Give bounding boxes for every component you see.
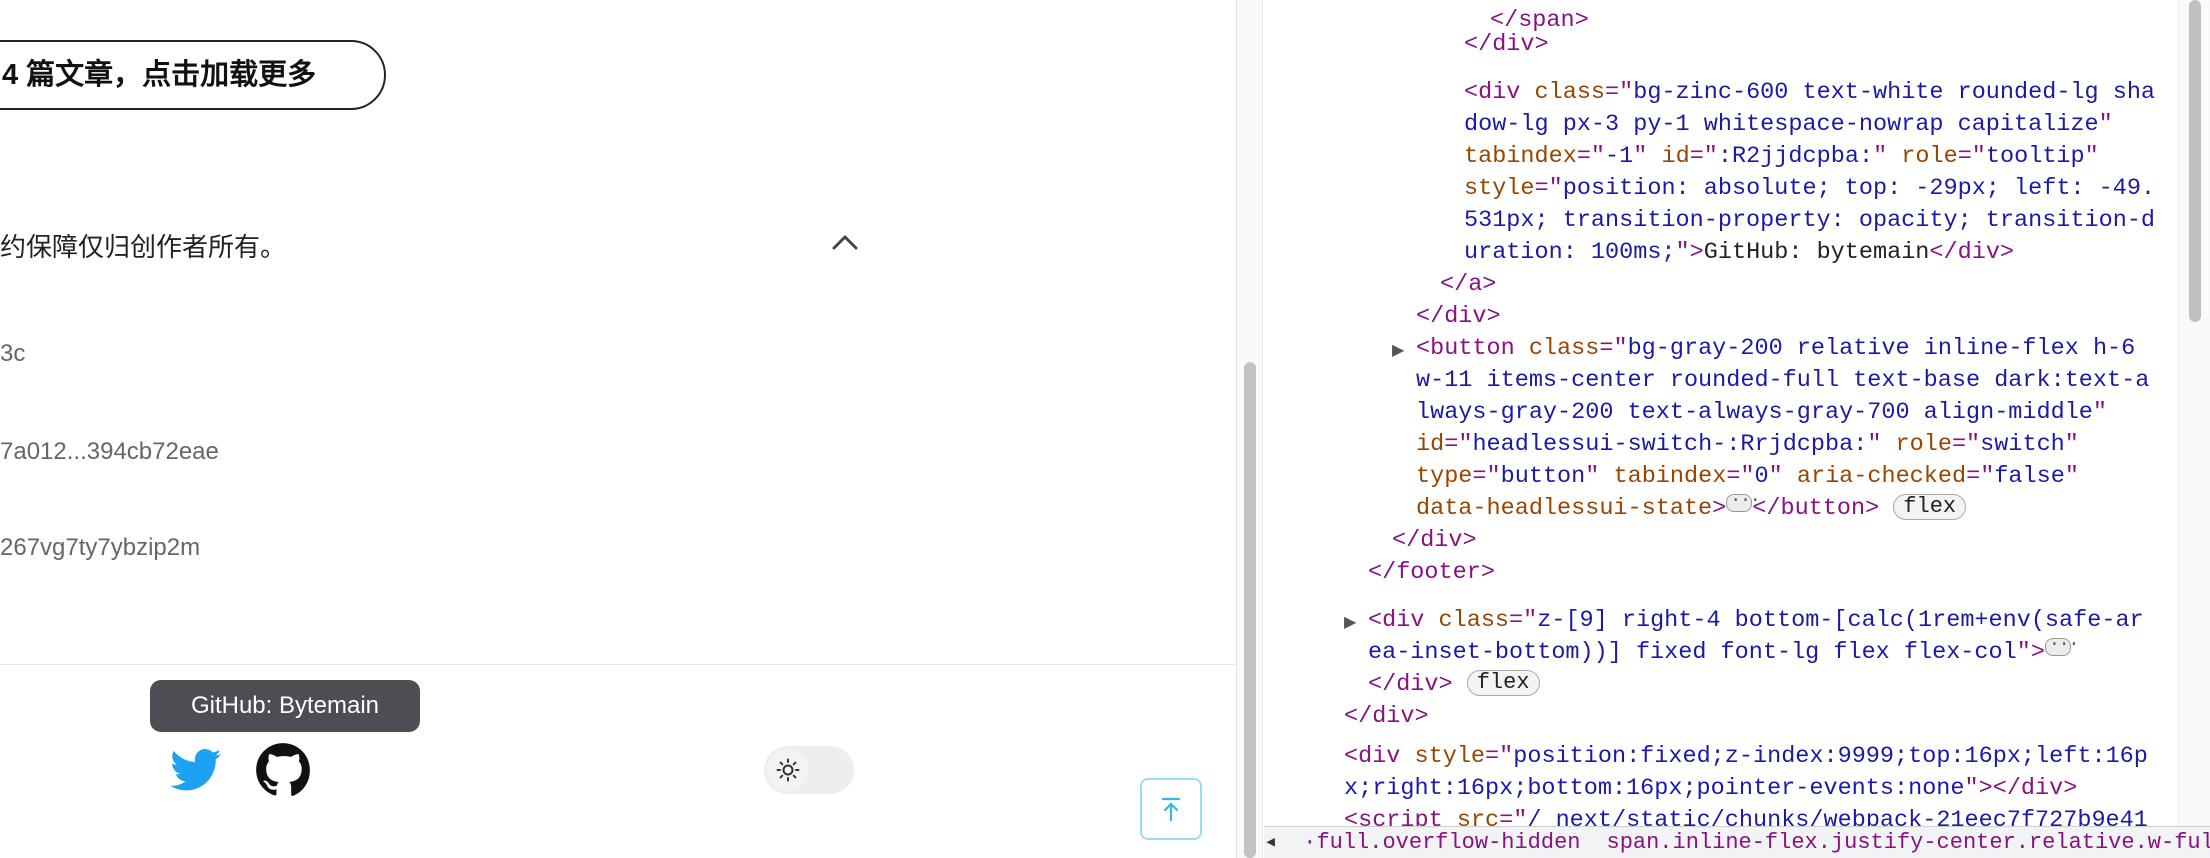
dom-line[interactable]: ea-inset-bottom))] fixed font-lg flex fl… (1368, 629, 2078, 669)
dom-line[interactable]: id="headlessui-switch-:Rrjdcpba:" role="… (1416, 429, 2079, 461)
dom-line[interactable]: <div style="position:fixed;z-index:9999;… (1344, 741, 2148, 773)
flex-badge[interactable]: flex (1466, 670, 1540, 696)
expand-triangle-icon[interactable]: ▶ (1344, 612, 1356, 632)
dom-line[interactable]: w-11 items-center rounded-full text-base… (1416, 365, 2149, 397)
dom-line[interactable]: <script src="/_next/static/chunks/webpac… (1344, 805, 2148, 826)
page-pane: 4 篇文章，点击加载更多 约保障仅归创作者所有。 3c 7a012...394c… (0, 0, 1236, 858)
dom-line[interactable]: lways-gray-200 text-always-gray-700 alig… (1416, 397, 2107, 429)
breadcrumb-item[interactable]: ·full.overflow-hidden (1303, 830, 1580, 855)
dom-line[interactable]: x;right:16px;bottom:16px;pointer-events:… (1344, 773, 2077, 805)
devtools-scrollbar[interactable] (2178, 0, 2210, 826)
devtools-elements-panel: </span> </div> <div class="bg-zinc-600 t… (1264, 0, 2210, 858)
load-more-button[interactable]: 4 篇文章，点击加载更多 (0, 40, 386, 110)
dom-line[interactable]: </div> (1344, 701, 1429, 733)
sun-icon (776, 758, 800, 782)
dom-line[interactable]: </div> (1464, 29, 1549, 61)
arrow-up-to-line-icon (1161, 797, 1181, 822)
footer-divider (0, 664, 1236, 665)
copyright-notice: 约保障仅归创作者所有。 (0, 232, 287, 262)
devtools-scrollbar-thumb[interactable] (2189, 0, 2201, 322)
breadcrumb-scroll-left-icon[interactable]: ◂ (1264, 830, 1277, 855)
twitter-icon[interactable] (170, 744, 222, 796)
dom-line[interactable]: data-headlessui-state></button> flex (1416, 485, 1967, 525)
dom-line[interactable]: <div class="bg-zinc-600 text-white round… (1464, 77, 2155, 109)
back-to-top-button[interactable] (1140, 778, 1202, 840)
dom-line[interactable]: <div class="z-[9] right-4 bottom-[calc(1… (1368, 605, 2144, 637)
breadcrumb: ◂ ·full.overflow-hidden span.inline-flex.j… (1264, 826, 2210, 858)
page-scrollbar-thumb[interactable] (1244, 362, 1256, 858)
flex-badge[interactable]: flex (1893, 494, 1967, 520)
dom-line[interactable]: </a> (1440, 269, 1496, 301)
dom-line[interactable]: </div> flex (1368, 669, 1540, 701)
info-line: 3c (0, 340, 26, 367)
info-line: 7a012...394cb72eae (0, 438, 219, 465)
github-icon[interactable] (255, 742, 311, 798)
dom-line[interactable]: </footer> (1368, 557, 1495, 589)
github-tooltip: GitHub: Bytemain (150, 680, 420, 732)
expand-triangle-icon[interactable]: ▶ (1392, 340, 1404, 360)
chevron-up-icon[interactable] (830, 230, 860, 254)
info-line: 267vg7ty7ybzip2m (0, 534, 201, 561)
dom-line[interactable]: 531px; transition-property: opacity; tra… (1464, 205, 2155, 237)
ellipsis-icon[interactable] (1726, 485, 1760, 517)
pane-divider[interactable] (1262, 0, 1263, 858)
dom-line[interactable]: uration: 100ms;">GitHub: bytemain</div> (1464, 237, 2014, 269)
dom-line[interactable]: </div> (1392, 525, 1477, 557)
dom-tree[interactable]: </span> </div> <div class="bg-zinc-600 t… (1264, 0, 2174, 826)
dom-line[interactable]: </div> (1416, 301, 1501, 333)
switch-knob (767, 749, 809, 791)
breadcrumb-item[interactable]: span.inline-flex.justify-center.relative… (1607, 830, 2210, 855)
dom-line[interactable]: dow-lg px-3 py-1 whitespace-nowrap capit… (1464, 109, 2113, 141)
theme-switch[interactable] (764, 746, 854, 794)
ellipsis-icon[interactable] (2044, 629, 2078, 661)
dom-line[interactable]: <button class="bg-gray-200 relative inli… (1416, 333, 2135, 365)
dom-line[interactable]: tabindex="-1" id=":R2jjdcpba:" role="too… (1464, 141, 2099, 173)
page-scrollbar[interactable] (1236, 0, 1263, 858)
dom-line[interactable]: style="position: absolute; top: -29px; l… (1464, 173, 2155, 205)
